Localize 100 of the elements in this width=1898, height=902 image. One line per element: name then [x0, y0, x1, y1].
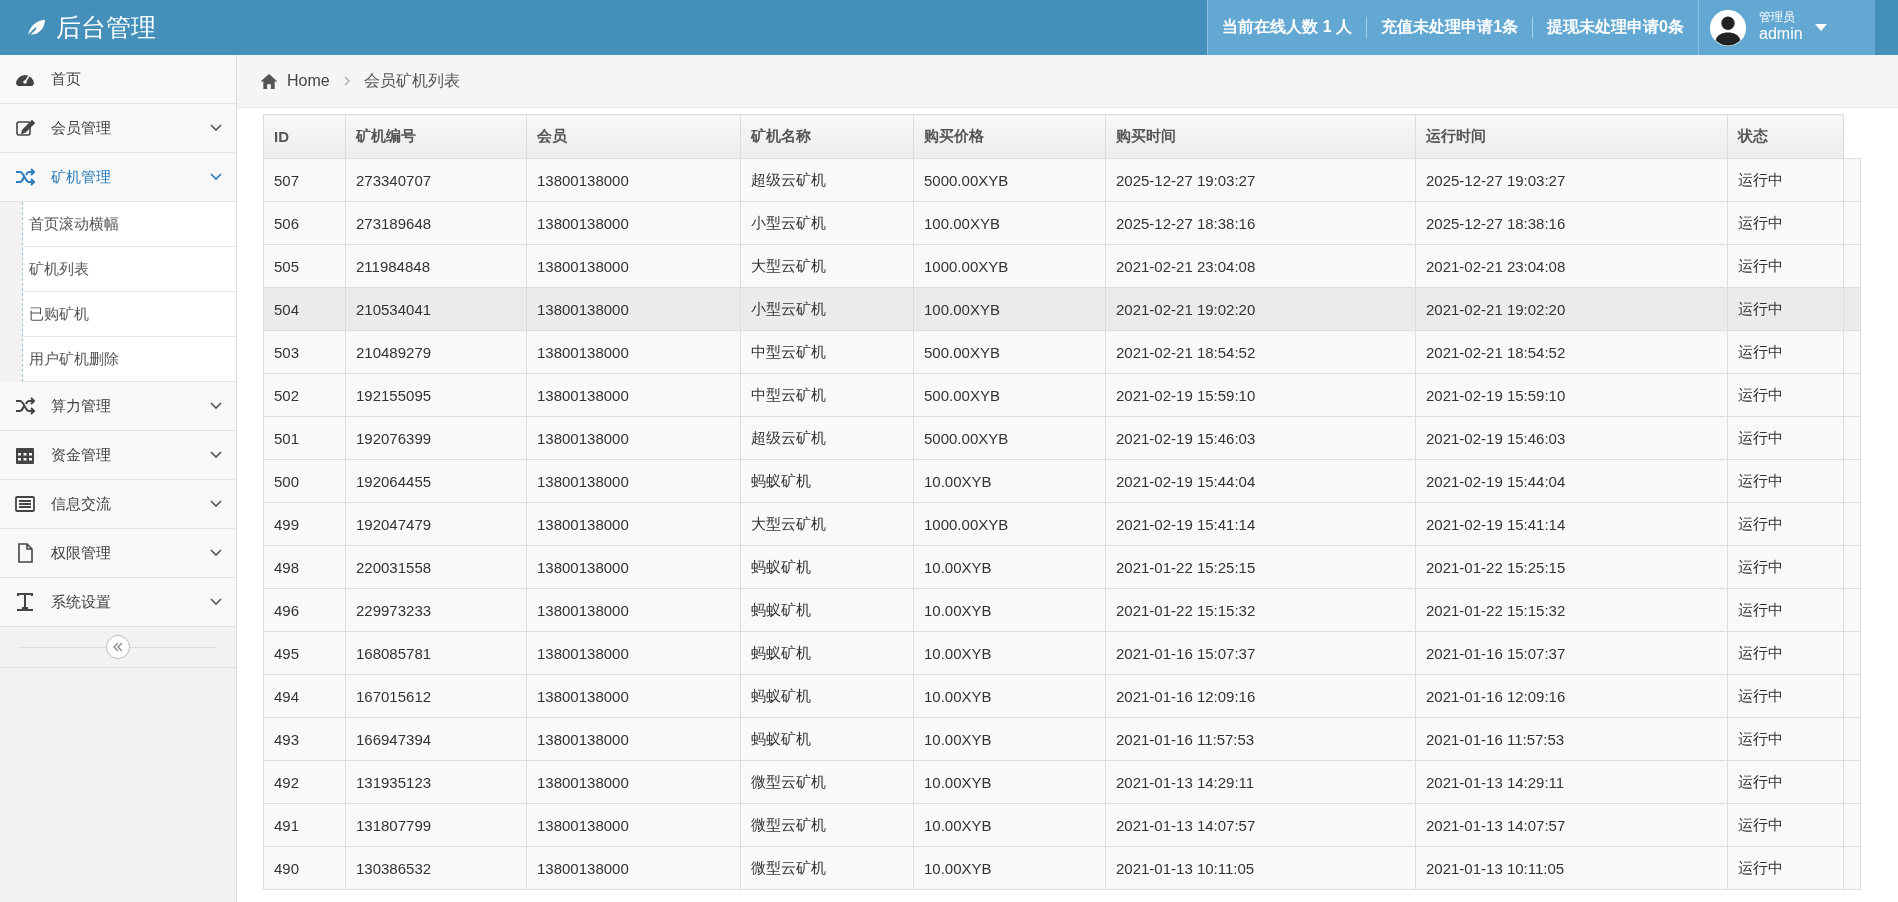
table-cell: 2025-12-27 18:38:16: [1415, 201, 1728, 245]
calendar-icon: [15, 445, 35, 465]
table-cell: 2021-01-22 15:25:15: [1415, 545, 1728, 589]
column-header[interactable]: 会员: [526, 114, 741, 159]
table-cell: 192076399: [345, 416, 527, 460]
column-header[interactable]: ID: [263, 114, 346, 159]
table-cell: 210534041: [345, 287, 527, 331]
table-cell: 2021-01-16 11:57:53: [1105, 717, 1416, 761]
table-row[interactable]: 498 220031558 13800138000 蚂蚁矿机 10.00XYB 2021-01-22 15:25:15 2021-01-22 15:25:15 运行中: [263, 545, 1861, 589]
table-cell: 运行中: [1727, 158, 1844, 202]
column-header[interactable]: 购买价格: [913, 114, 1106, 159]
column-header[interactable]: 运行时间: [1415, 114, 1728, 159]
table-cell: 496: [263, 588, 346, 632]
table-cell: 10.00XYB: [913, 459, 1106, 503]
table-row[interactable]: 504 210534041 13800138000 小型云矿机 100.00XYB 2021-02-21 19:02:20 2021-02-21 19:02:20 运行中: [263, 287, 1861, 331]
table-cell: 2021-02-19 15:44:04: [1415, 459, 1728, 503]
sidebar-item[interactable]: 信息交流: [0, 480, 236, 529]
table-row[interactable]: 499 192047479 13800138000 大型云矿机 1000.00XYB 2021-02-19 15:41:14 2021-02-19 15:41:14 运行中: [263, 502, 1861, 546]
table-cell: 192047479: [345, 502, 527, 546]
column-header[interactable]: 矿机编号: [345, 114, 527, 159]
table-cell: 2021-01-13 14:29:11: [1415, 760, 1728, 804]
table-cell: 运行中: [1727, 846, 1844, 890]
table-cell: 2021-01-22 15:25:15: [1105, 545, 1416, 589]
shuffle-icon: [15, 167, 35, 187]
breadcrumb-link[interactable]: 会员矿机列表: [363, 70, 460, 92]
table-cell: 2025-12-27 18:38:16: [1105, 201, 1416, 245]
breadcrumb-link[interactable]: Home: [287, 72, 330, 90]
table-cell: 273340707: [345, 158, 527, 202]
column-header[interactable]: 购买时间: [1105, 114, 1416, 159]
table-row[interactable]: 493 166947394 13800138000 蚂蚁矿机 10.00XYB 2021-01-16 11:57:53 2021-01-16 11:57:53 运行中: [263, 717, 1861, 761]
column-header[interactable]: 矿机名称: [740, 114, 914, 159]
sidebar-item[interactable]: 系统设置: [0, 578, 236, 627]
table-cell: 运行中: [1727, 502, 1844, 546]
user-role: 管理员: [1759, 11, 1796, 26]
table-cell: 2021-02-19 15:59:10: [1105, 373, 1416, 417]
caret-icon: [1814, 24, 1827, 31]
table-cell: 超级云矿机: [740, 158, 914, 202]
table-cell: 501: [263, 416, 346, 460]
table-cell: 13800138000: [526, 803, 741, 847]
sidebar-item[interactable]: 矿机管理: [0, 153, 236, 202]
table-row[interactable]: 505 211984848 13800138000 大型云矿机 1000.00XYB 2021-02-21 23:04:08 2021-02-21 23:04:08 运行中: [263, 244, 1861, 288]
table-cell: 2021-02-19 15:59:10: [1415, 373, 1728, 417]
table-cell: 131807799: [345, 803, 527, 847]
table-cell: 2021-01-13 14:07:57: [1415, 803, 1728, 847]
table-cell: 1000.00XYB: [913, 502, 1106, 546]
table-row[interactable]: 502 192155095 13800138000 中型云矿机 500.00XYB 2021-02-19 15:59:10 2021-02-19 15:59:10 运行中: [263, 373, 1861, 417]
table-row[interactable]: 503 210489279 13800138000 中型云矿机 500.00XYB 2021-02-21 18:54:52 2021-02-21 18:54:52 运行中: [263, 330, 1861, 374]
table-cell: 13800138000: [526, 717, 741, 761]
table-cell: 500.00XYB: [913, 330, 1106, 374]
collapse-sidebar-button[interactable]: [106, 635, 130, 659]
table-cell: 491: [263, 803, 346, 847]
table-cell: 2025-12-27 19:03:27: [1105, 158, 1416, 202]
table-row[interactable]: 490 130386532 13800138000 微型云矿机 10.00XYB 2021-01-13 10:11:05 2021-01-13 10:11:05 运行中: [263, 846, 1861, 890]
submenu-item[interactable]: 首页滚动横幅: [23, 202, 236, 247]
table-row[interactable]: 496 229973233 13800138000 蚂蚁矿机 10.00XYB 2021-01-22 15:15:32 2021-01-22 15:15:32 运行中: [263, 588, 1861, 632]
sidebar-item[interactable]: 权限管理: [0, 529, 236, 578]
table-cell: 100.00XYB: [913, 201, 1106, 245]
table-cell: 13800138000: [526, 287, 741, 331]
table-row[interactable]: 491 131807799 13800138000 微型云矿机 10.00XYB 2021-01-13 14:07:57 2021-01-13 14:07:57 运行中: [263, 803, 1861, 847]
table-row[interactable]: 492 131935123 13800138000 微型云矿机 10.00XYB 2021-01-13 14:29:11 2021-01-13 14:29:11 运行中: [263, 760, 1861, 804]
table-cell: 2021-01-16 12:09:16: [1105, 674, 1416, 718]
column-header[interactable]: 状态: [1727, 114, 1844, 159]
table-cell: 运行中: [1727, 803, 1844, 847]
table-cell: 5000.00XYB: [913, 158, 1106, 202]
table-row[interactable]: 500 192064455 13800138000 蚂蚁矿机 10.00XYB 2021-02-19 15:44:04 2021-02-19 15:44:04 运行中: [263, 459, 1861, 503]
text-icon: [15, 592, 35, 612]
table-cell: 2021-02-21 18:54:52: [1415, 330, 1728, 374]
table-cell: 2021-02-19 15:46:03: [1105, 416, 1416, 460]
table-cell: 13800138000: [526, 459, 741, 503]
table-cell: 10.00XYB: [913, 588, 1106, 632]
sidebar-item[interactable]: 资金管理: [0, 431, 236, 480]
table-cell: 蚂蚁矿机: [740, 588, 914, 632]
table-row[interactable]: 495 168085781 13800138000 蚂蚁矿机 10.00XYB 2021-01-16 15:07:37 2021-01-16 15:07:37 运行中: [263, 631, 1861, 675]
table-cell: 蚂蚁矿机: [740, 674, 914, 718]
sidebar-item[interactable]: 首页: [0, 55, 236, 104]
submenu-item[interactable]: 矿机列表: [23, 247, 236, 292]
table-cell: 504: [263, 287, 346, 331]
table-cell: 2021-02-21 18:54:52: [1105, 330, 1416, 374]
chevron-icon: [210, 500, 222, 508]
table-cell: 10.00XYB: [913, 717, 1106, 761]
chevron-icon: [210, 549, 222, 557]
sidebar-item[interactable]: 会员管理: [0, 104, 236, 153]
file-icon: [15, 543, 35, 563]
table-row[interactable]: 494 167015612 13800138000 蚂蚁矿机 10.00XYB 2021-01-16 12:09:16 2021-01-16 12:09:16 运行中: [263, 674, 1861, 718]
table-cell: 2021-02-21 23:04:08: [1105, 244, 1416, 288]
chevron-icon: [210, 173, 222, 181]
avatar-icon: [1709, 8, 1747, 47]
table-cell: 10.00XYB: [913, 545, 1106, 589]
table-row[interactable]: 507 273340707 13800138000 超级云矿机 5000.00XYB 2025-12-27 19:03:27 2025-12-27 19:03:27 运行中: [263, 158, 1861, 202]
chevron-icon: [343, 76, 350, 86]
table-row[interactable]: 506 273189648 13800138000 小型云矿机 100.00XYB 2025-12-27 18:38:16 2025-12-27 18:38:16 运行中: [263, 201, 1861, 245]
table-cell: 13800138000: [526, 373, 741, 417]
chevron-icon: [210, 598, 222, 606]
submenu-item[interactable]: 已购矿机: [23, 292, 236, 337]
table-cell: 10.00XYB: [913, 674, 1106, 718]
sidebar-item[interactable]: 算力管理: [0, 382, 236, 431]
table-cell: 微型云矿机: [740, 760, 914, 804]
table-cell: 运行中: [1727, 588, 1844, 632]
table-row[interactable]: 501 192076399 13800138000 超级云矿机 5000.00XYB 2021-02-19 15:46:03 2021-02-19 15:46:03 运行中: [263, 416, 1861, 460]
table-cell: 2021-01-13 14:07:57: [1105, 803, 1416, 847]
